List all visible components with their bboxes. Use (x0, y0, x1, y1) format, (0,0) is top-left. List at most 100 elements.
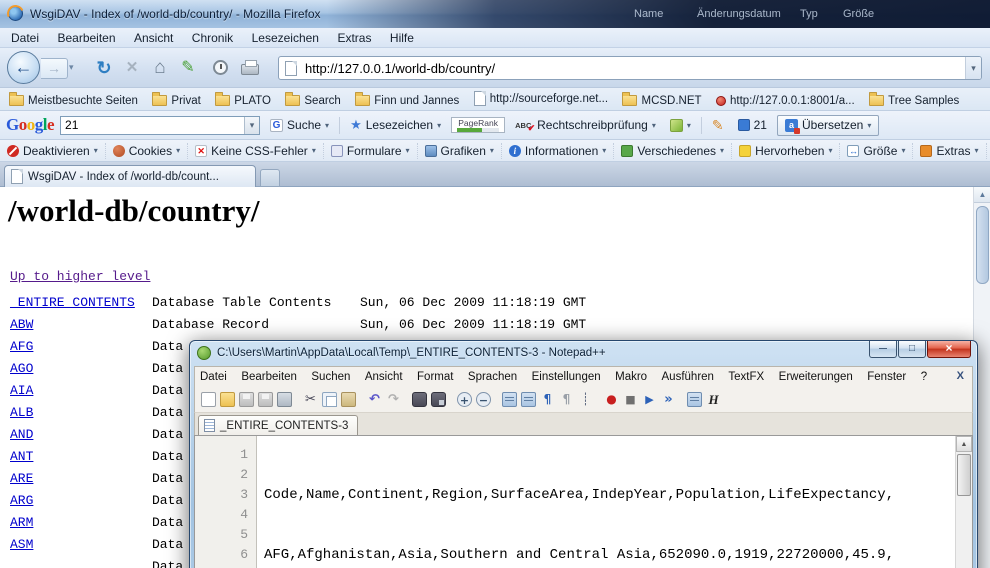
home-button[interactable] (148, 57, 172, 79)
webdev-verschiedenes[interactable]: Verschiedenes (614, 143, 732, 159)
entry-link[interactable]: AND (10, 427, 33, 442)
webdev-quelltext[interactable]: Quelltext (987, 143, 990, 159)
counter-widget[interactable]: 21 (734, 116, 771, 134)
print-button[interactable] (238, 57, 262, 79)
copy-icon[interactable] (322, 392, 337, 407)
translate-button[interactable]: Übersetzen (777, 115, 879, 136)
menu-ansicht[interactable]: Ansicht (127, 28, 180, 48)
macro-run-multiple-icon[interactable] (661, 392, 676, 407)
macro-record-icon[interactable] (604, 392, 619, 407)
entry-link[interactable]: AGO (10, 361, 33, 376)
menu-hilfe[interactable]: Hilfe (383, 28, 421, 48)
close-button[interactable] (927, 341, 971, 358)
npp-menu-sprachen[interactable]: Sprachen (463, 368, 522, 386)
quill-extension-icon[interactable] (176, 57, 200, 79)
bookmark-privat[interactable]: Privat (147, 92, 205, 110)
url-dropdown-button[interactable] (965, 57, 981, 79)
function-list-icon[interactable] (687, 392, 702, 407)
textfx-html-icon[interactable] (706, 392, 721, 407)
show-all-chars-icon[interactable] (559, 392, 574, 407)
webdev-extras[interactable]: Extras (913, 143, 986, 159)
bookmark-plato[interactable]: PLATO (210, 92, 276, 110)
bookmark-search[interactable]: Search (280, 92, 345, 110)
webdev-grafiken[interactable]: Grafiken (418, 143, 502, 159)
npp-menu-makro[interactable]: Makro (610, 368, 652, 386)
editor-scrollbar[interactable] (955, 436, 972, 568)
npp-menu-bearbeiten[interactable]: Bearbeiten (236, 368, 302, 386)
npp-menu-format[interactable]: Format (412, 368, 458, 386)
entry-link[interactable]: ARE (10, 471, 33, 486)
webdev-groesse[interactable]: Größe (840, 143, 913, 159)
paste-icon[interactable] (341, 392, 356, 407)
scroll-up-arrow-icon[interactable] (956, 436, 972, 452)
url-bar[interactable]: http://127.0.0.1/world-db/country/ (278, 56, 982, 80)
google-search-button[interactable]: Suche (266, 116, 333, 134)
redo-icon[interactable] (386, 392, 401, 407)
bookmark-finn-und-jannes[interactable]: Finn und Jannes (350, 92, 464, 110)
google-bookmarks-button[interactable]: Lesezeichen (346, 115, 445, 135)
open-file-icon[interactable] (220, 392, 235, 407)
back-button[interactable] (7, 51, 40, 84)
spellcheck-button[interactable]: ABCRechtschreibprüfung (511, 116, 660, 134)
npp-menu-help[interactable]: ? (916, 368, 932, 386)
entry-link[interactable]: ABW (10, 317, 33, 332)
google-search-box[interactable] (60, 116, 260, 135)
notepadpp-titlebar[interactable]: C:\Users\Martin\AppData\Local\Temp\_ENTI… (190, 341, 977, 366)
tab-bar-stub[interactable] (260, 169, 280, 187)
sync-scroll-icon[interactable] (502, 392, 517, 407)
forward-button[interactable] (41, 58, 68, 79)
zoom-out-icon[interactable] (476, 392, 491, 407)
find-icon[interactable] (412, 392, 427, 407)
close-document-x-icon[interactable] (957, 370, 964, 382)
menu-lesezeichen[interactable]: Lesezeichen (245, 28, 326, 48)
entry-link[interactable]: ANT (10, 449, 33, 464)
entry-link[interactable]: ASM (10, 537, 33, 552)
npp-menu-erweiterungen[interactable]: Erweiterungen (774, 368, 858, 386)
history-clock-icon[interactable] (208, 57, 232, 79)
entire-contents-link[interactable]: _ENTIRE_CONTENTS (10, 295, 135, 310)
webdev-hervorheben[interactable]: Hervorheben (732, 143, 840, 159)
bookmark-localhost-8001[interactable]: http://127.0.0.1:8001/a... (711, 92, 860, 110)
search-history-dropdown-icon[interactable] (244, 117, 259, 134)
cut-icon[interactable] (303, 392, 318, 407)
history-dropdown-icon[interactable] (69, 62, 74, 73)
save-all-icon[interactable] (258, 392, 273, 407)
scrollbar-thumb[interactable] (957, 454, 971, 496)
document-tab[interactable]: _ENTIRE_CONTENTS-3 (198, 415, 358, 435)
editor-text[interactable]: Code,Name,Continent,Region,SurfaceArea,I… (257, 436, 955, 568)
sync-scroll-h-icon[interactable] (521, 392, 536, 407)
menu-datei[interactable]: Datei (4, 28, 46, 48)
replace-icon[interactable] (431, 392, 446, 407)
menu-extras[interactable]: Extras (330, 28, 378, 48)
minimize-button[interactable] (869, 341, 897, 358)
print-icon[interactable] (277, 392, 292, 407)
scroll-up-arrow-icon[interactable] (974, 187, 990, 203)
highlighter-button[interactable] (708, 115, 728, 136)
google-search-input[interactable] (61, 118, 244, 132)
webdev-formulare[interactable]: Formulare (324, 143, 418, 159)
menu-chronik[interactable]: Chronik (185, 28, 240, 48)
save-icon[interactable] (239, 392, 254, 407)
editor-area[interactable]: 1 2 3 4 5 6 Code,Name,Continent,Region,S… (194, 435, 973, 568)
scrollbar-thumb[interactable] (976, 206, 989, 284)
npp-menu-einstellungen[interactable]: Einstellungen (527, 368, 606, 386)
pagerank-indicator[interactable]: PageRank (451, 117, 505, 133)
webdev-cookies[interactable]: Cookies (106, 143, 188, 159)
reload-button[interactable] (92, 57, 116, 79)
sidewiki-button[interactable] (666, 117, 695, 134)
macro-stop-icon[interactable] (623, 392, 638, 407)
maximize-button[interactable] (898, 341, 926, 358)
entry-link[interactable]: ALB (10, 405, 33, 420)
zoom-in-icon[interactable] (457, 392, 472, 407)
npp-menu-ausfuehren[interactable]: Ausführen (657, 368, 719, 386)
up-to-higher-level-link[interactable]: Up to higher level (10, 269, 150, 284)
bookmark-mcsd[interactable]: MCSD.NET (617, 92, 706, 110)
npp-menu-datei[interactable]: Datei (195, 368, 232, 386)
entry-link[interactable]: ARG (10, 493, 33, 508)
entry-link[interactable]: AIA (10, 383, 33, 398)
bookmark-sourceforge[interactable]: http://sourceforge.net... (469, 88, 613, 109)
bookmark-most-visited[interactable]: Meistbesuchte Seiten (4, 92, 143, 110)
npp-menu-ansicht[interactable]: Ansicht (360, 368, 408, 386)
indent-guide-icon[interactable] (578, 392, 593, 407)
npp-menu-textfx[interactable]: TextFX (723, 368, 769, 386)
